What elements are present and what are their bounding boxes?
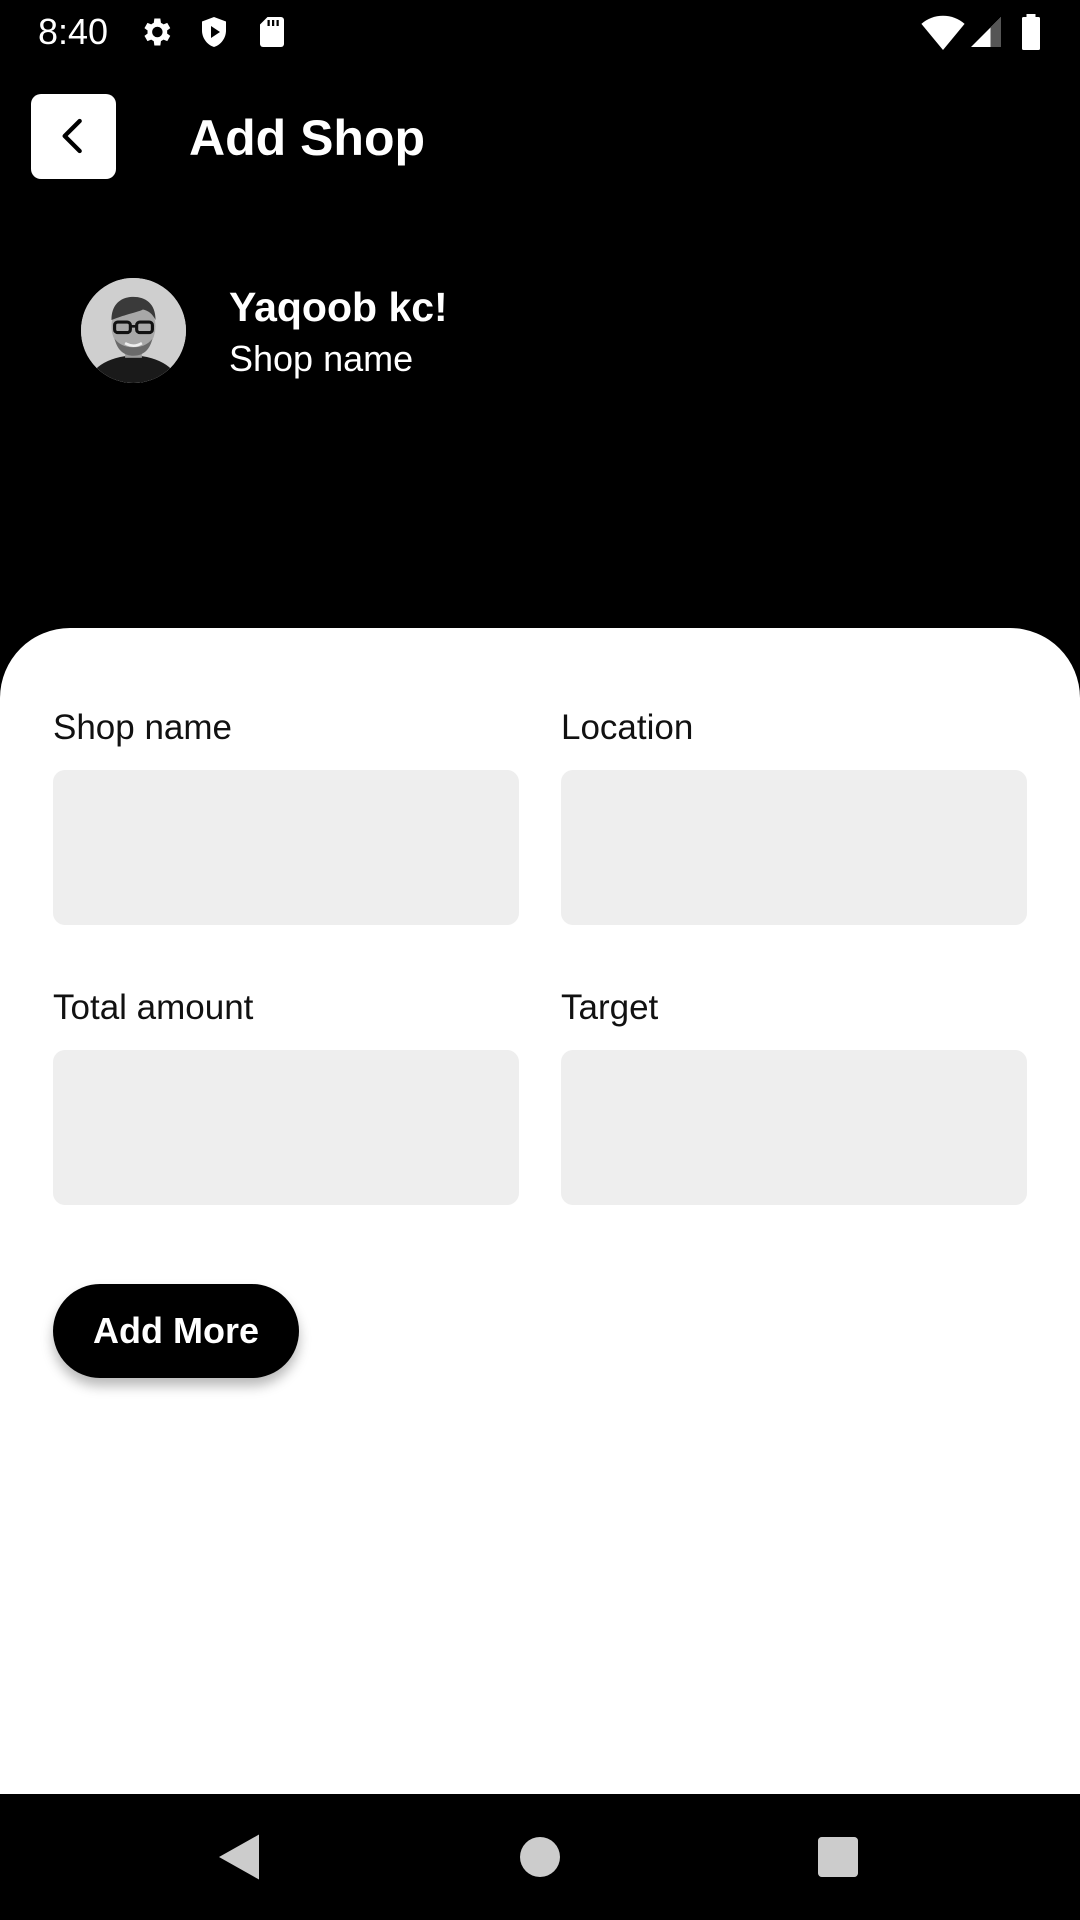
page-title: Add Shop [189, 110, 426, 166]
shield-icon [196, 14, 232, 50]
total-amount-label: Total amount [53, 988, 254, 1027]
target-input[interactable] [561, 1050, 1027, 1205]
shop-name-label: Shop name [53, 708, 233, 747]
avatar [81, 278, 186, 383]
nav-recents-icon[interactable] [808, 1827, 868, 1887]
back-button[interactable] [31, 94, 116, 179]
gear-icon [138, 14, 174, 50]
nav-home-icon[interactable] [510, 1827, 570, 1887]
add-shop-screen: 8:40 Add Shop Yaqoob kc! Shop name Shop … [0, 0, 1080, 1920]
total-amount-input[interactable] [53, 1050, 519, 1205]
signal-icon [968, 14, 1004, 50]
status-bar: 8:40 [0, 0, 1080, 64]
shop-name-input[interactable] [53, 770, 519, 925]
profile-name: Yaqoob kc! [229, 284, 448, 330]
status-time: 8:40 [38, 11, 109, 52]
sd-card-icon [254, 14, 290, 50]
target-label: Target [561, 988, 659, 1027]
battery-icon [1014, 14, 1048, 50]
profile-subtitle: Shop name [229, 338, 414, 379]
nav-back-icon[interactable] [209, 1827, 269, 1887]
navigation-bar [0, 1794, 1080, 1920]
location-input[interactable] [561, 770, 1027, 925]
add-more-button[interactable]: Add More [53, 1284, 299, 1378]
wifi-icon [920, 14, 966, 50]
form-card: Shop name Location Total amount Target A… [0, 628, 1080, 1794]
chevron-left-icon [62, 118, 82, 154]
location-label: Location [561, 708, 694, 747]
